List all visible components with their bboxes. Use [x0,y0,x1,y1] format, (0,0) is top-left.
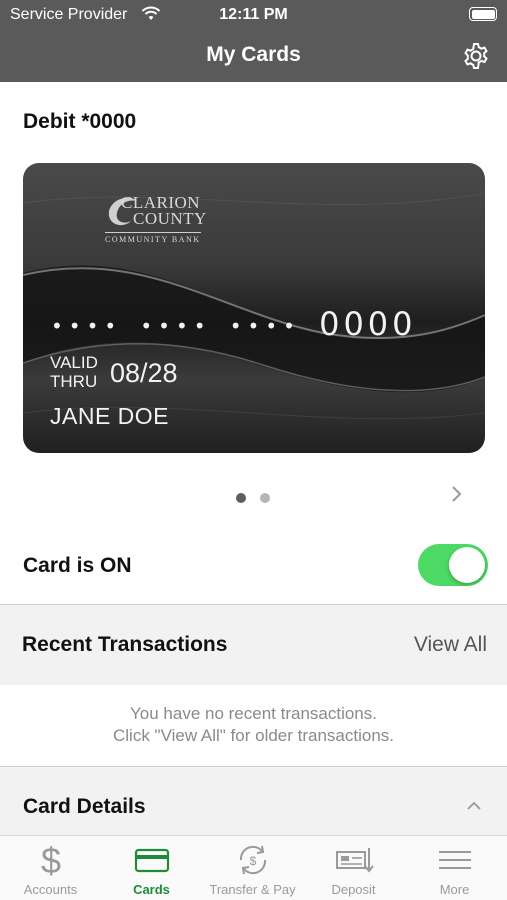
chevron-right-icon[interactable] [449,484,465,504]
recent-transactions-empty: You have no recent transactions. Click "… [0,686,507,766]
view-all-link[interactable]: View All [414,633,487,657]
card-pager[interactable] [236,490,284,508]
svg-text:$: $ [250,854,257,868]
menu-icon [439,851,471,869]
tab-label: Cards [133,882,170,897]
masked-group-1: •••• [51,314,123,338]
dollar-icon: $ [41,842,61,878]
nav-bar: My Cards [0,30,507,82]
recent-transactions-title: Recent Transactions [22,633,228,656]
valid-label-line2: THRU [50,372,98,391]
valid-thru-label: VALID THRU [50,353,98,391]
page-title: My Cards [206,43,301,66]
clock: 12:11 PM [219,6,288,23]
toggle-knob [449,547,485,583]
tab-label: More [439,882,470,897]
card-last4: 0000 [319,305,417,343]
card-toggle-label: Card is ON [23,554,132,577]
masked-group-3: •••• [229,314,301,338]
chevron-up-icon[interactable] [466,799,482,811]
tab-label: Deposit [331,882,376,897]
tab-deposit[interactable]: Deposit [303,836,404,900]
card-expiry: 08/28 [110,358,178,388]
card-toggle-row: Card is ON [0,530,507,604]
card-title: Debit *0000 [23,110,137,133]
card-on-toggle[interactable] [418,544,488,586]
empty-message-line1: You have no recent transactions. [130,704,377,723]
deposit-check-icon [336,848,374,873]
card-holder-name: JANE DOE [50,403,170,429]
tab-cards[interactable]: Cards [101,836,202,900]
card-number: •••• •••• •••• 0000 [51,305,417,343]
card-details-header[interactable]: Card Details [0,767,507,835]
recent-transactions-header: Recent Transactions View All [0,605,507,685]
battery-icon [469,7,497,21]
tab-more[interactable]: More [404,836,505,900]
bank-logo-line3: COMMUNITY BANK [105,232,201,244]
valid-label-line1: VALID [50,353,98,372]
gear-icon[interactable] [461,41,491,71]
tab-label: Transfer & Pay [209,882,296,897]
status-bar: Service Provider 12:11 PM [0,0,507,30]
svg-text:$: $ [41,842,61,878]
empty-message-line2: Click "View All" for older transactions. [112,726,395,745]
tab-accounts[interactable]: $ Accounts [0,836,101,900]
bank-logo-line2: COUNTY [133,209,207,228]
debit-card[interactable]: CLARION COUNTY COMMUNITY BANK •••• •••• … [23,163,485,453]
pager-dot-2[interactable] [260,493,270,503]
tab-transfer-pay[interactable]: $ Transfer & Pay [202,836,303,900]
transfer-icon: $ [239,845,267,875]
tab-bar: $ Accounts Cards $ Transfer & Pay Deposi… [0,835,507,900]
bank-logo: CLARION COUNTY COMMUNITY BANK [103,191,213,247]
tab-label: Accounts [23,882,78,897]
masked-group-2: •••• [140,314,212,338]
card-details-title: Card Details [23,795,146,818]
card-icon [134,848,170,873]
pager-dot-1[interactable] [236,493,246,503]
